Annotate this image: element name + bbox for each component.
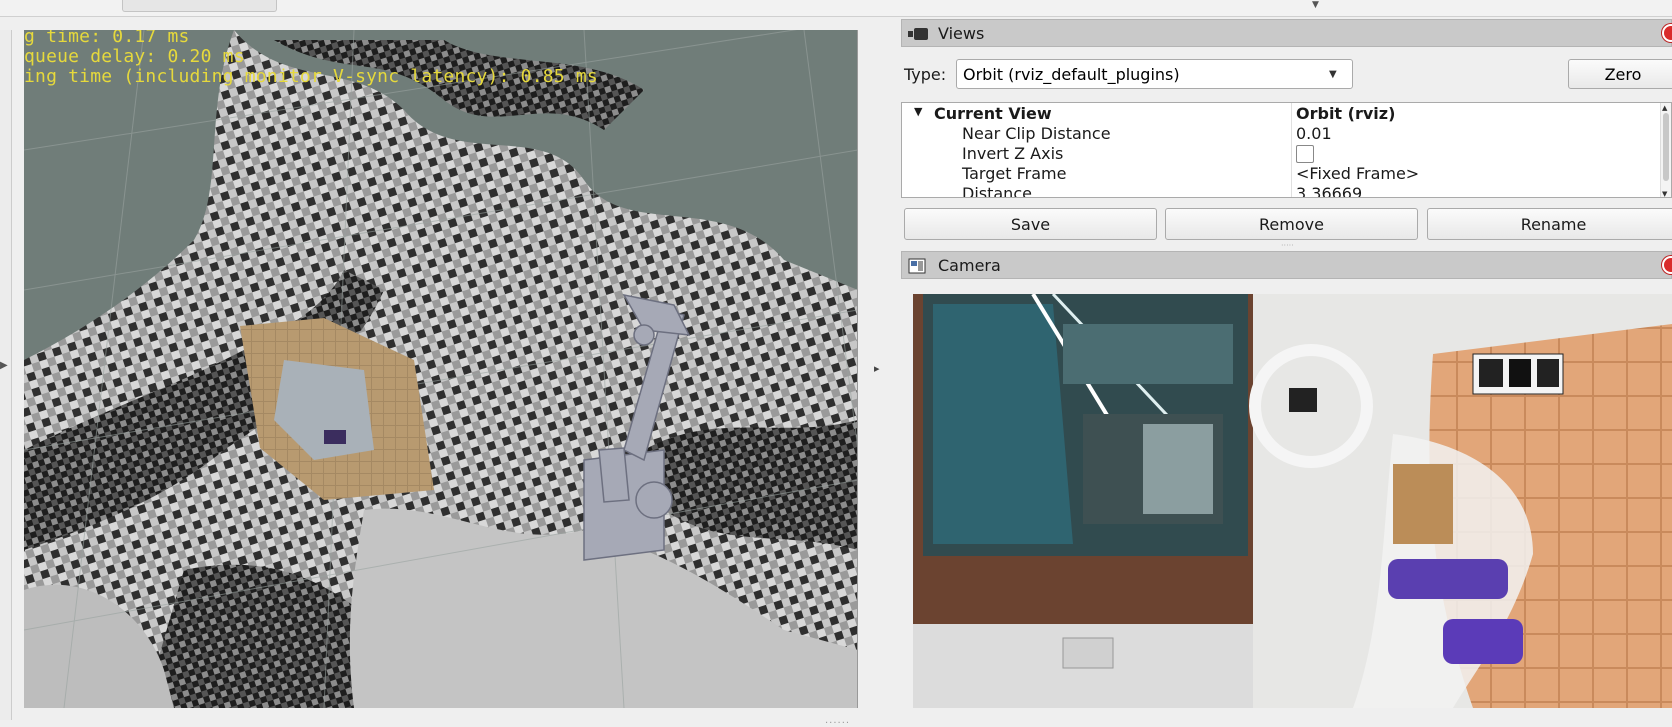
frame-time-overlay: ing time (including monitor V-sync laten…	[24, 66, 598, 87]
rename-button[interactable]: Rename	[1427, 208, 1672, 240]
remove-button[interactable]: Remove	[1165, 208, 1418, 240]
property-row-near-clip[interactable]: Near Clip Distance 0.01	[902, 123, 1662, 144]
collapse-left-arrow-icon[interactable]: ▶	[0, 360, 8, 371]
property-key: Invert Z Axis	[962, 144, 1064, 163]
invert-z-checkbox[interactable]	[1296, 145, 1314, 163]
occupancy-map-scene	[24, 30, 857, 708]
property-key: Distance	[962, 184, 1032, 198]
property-key: Target Frame	[962, 164, 1067, 183]
view-buttons-row: Save Remove Rename	[901, 208, 1672, 240]
property-row-distance[interactable]: Distance 3.36669	[902, 183, 1662, 198]
views-title: Views	[938, 23, 985, 43]
close-icon[interactable]	[1662, 24, 1672, 42]
render-time-overlay: g time: 0.17 ms	[24, 30, 190, 47]
camera-views-icon	[908, 26, 930, 40]
property-row-invert-z[interactable]: Invert Z Axis	[902, 143, 1662, 164]
property-value[interactable]: 3.36669	[1296, 184, 1362, 197]
views-panel: Views Type: Orbit (rviz_default_plugins)…	[901, 19, 1672, 255]
close-icon[interactable]	[1662, 256, 1672, 274]
top-toolbar-tab[interactable]	[122, 0, 277, 12]
splitter-grip[interactable]: ······	[825, 718, 850, 727]
property-value[interactable]: <Fixed Frame>	[1296, 164, 1419, 183]
camera-feed-image	[913, 294, 1672, 708]
camera-image-view[interactable]	[913, 294, 1672, 708]
property-key: Near Clip Distance	[962, 124, 1111, 143]
properties-scrollbar[interactable]: ▲ ▼	[1660, 103, 1671, 197]
view-properties-tree[interactable]: ▼ Current View Orbit (rviz) Near Clip Di…	[901, 102, 1672, 198]
camera-panel: Camera	[901, 251, 1672, 727]
scroll-thumb[interactable]	[1663, 113, 1669, 181]
zero-button[interactable]: Zero	[1568, 59, 1672, 89]
camera-title: Camera	[938, 255, 1001, 275]
expand-triangle-icon[interactable]: ▼	[914, 105, 922, 118]
left-dock-gutter[interactable]	[0, 30, 12, 720]
rviz-window: ▼ ▶ g time: 0.17 ms queue delay: 0.20 ms…	[0, 0, 1672, 727]
view-type-row: Type: Orbit (rviz_default_plugins) ▼ Zer…	[901, 59, 1672, 91]
views-title-bar: Views	[901, 19, 1672, 47]
property-key: Current View	[934, 104, 1052, 123]
property-value[interactable]: 0.01	[1296, 124, 1332, 143]
property-row-target-frame[interactable]: Target Frame <Fixed Frame>	[902, 163, 1662, 184]
type-label: Type:	[904, 65, 947, 84]
camera-title-bar: Camera	[901, 251, 1672, 279]
chevron-down-icon[interactable]: ▼	[1312, 0, 1319, 10]
property-row-current-view[interactable]: ▼ Current View Orbit (rviz)	[902, 103, 1662, 124]
queue-delay-overlay: queue delay: 0.20 ms	[24, 46, 245, 67]
camera-display-icon	[908, 258, 930, 274]
collapse-right-arrow-icon[interactable]: ▸	[874, 362, 880, 375]
panel-splitter-grip[interactable]: ·····	[1281, 241, 1294, 250]
view-type-select[interactable]: Orbit (rviz_default_plugins)	[956, 59, 1353, 89]
property-value: Orbit (rviz)	[1296, 104, 1396, 123]
save-button[interactable]: Save	[904, 208, 1157, 240]
scroll-down-icon[interactable]: ▼	[1662, 190, 1667, 197]
scroll-up-icon[interactable]: ▲	[1662, 104, 1667, 112]
3d-render-viewport[interactable]: g time: 0.17 ms queue delay: 0.20 ms ing…	[24, 30, 858, 708]
top-toolbar-strip: ▼	[0, 0, 1672, 17]
